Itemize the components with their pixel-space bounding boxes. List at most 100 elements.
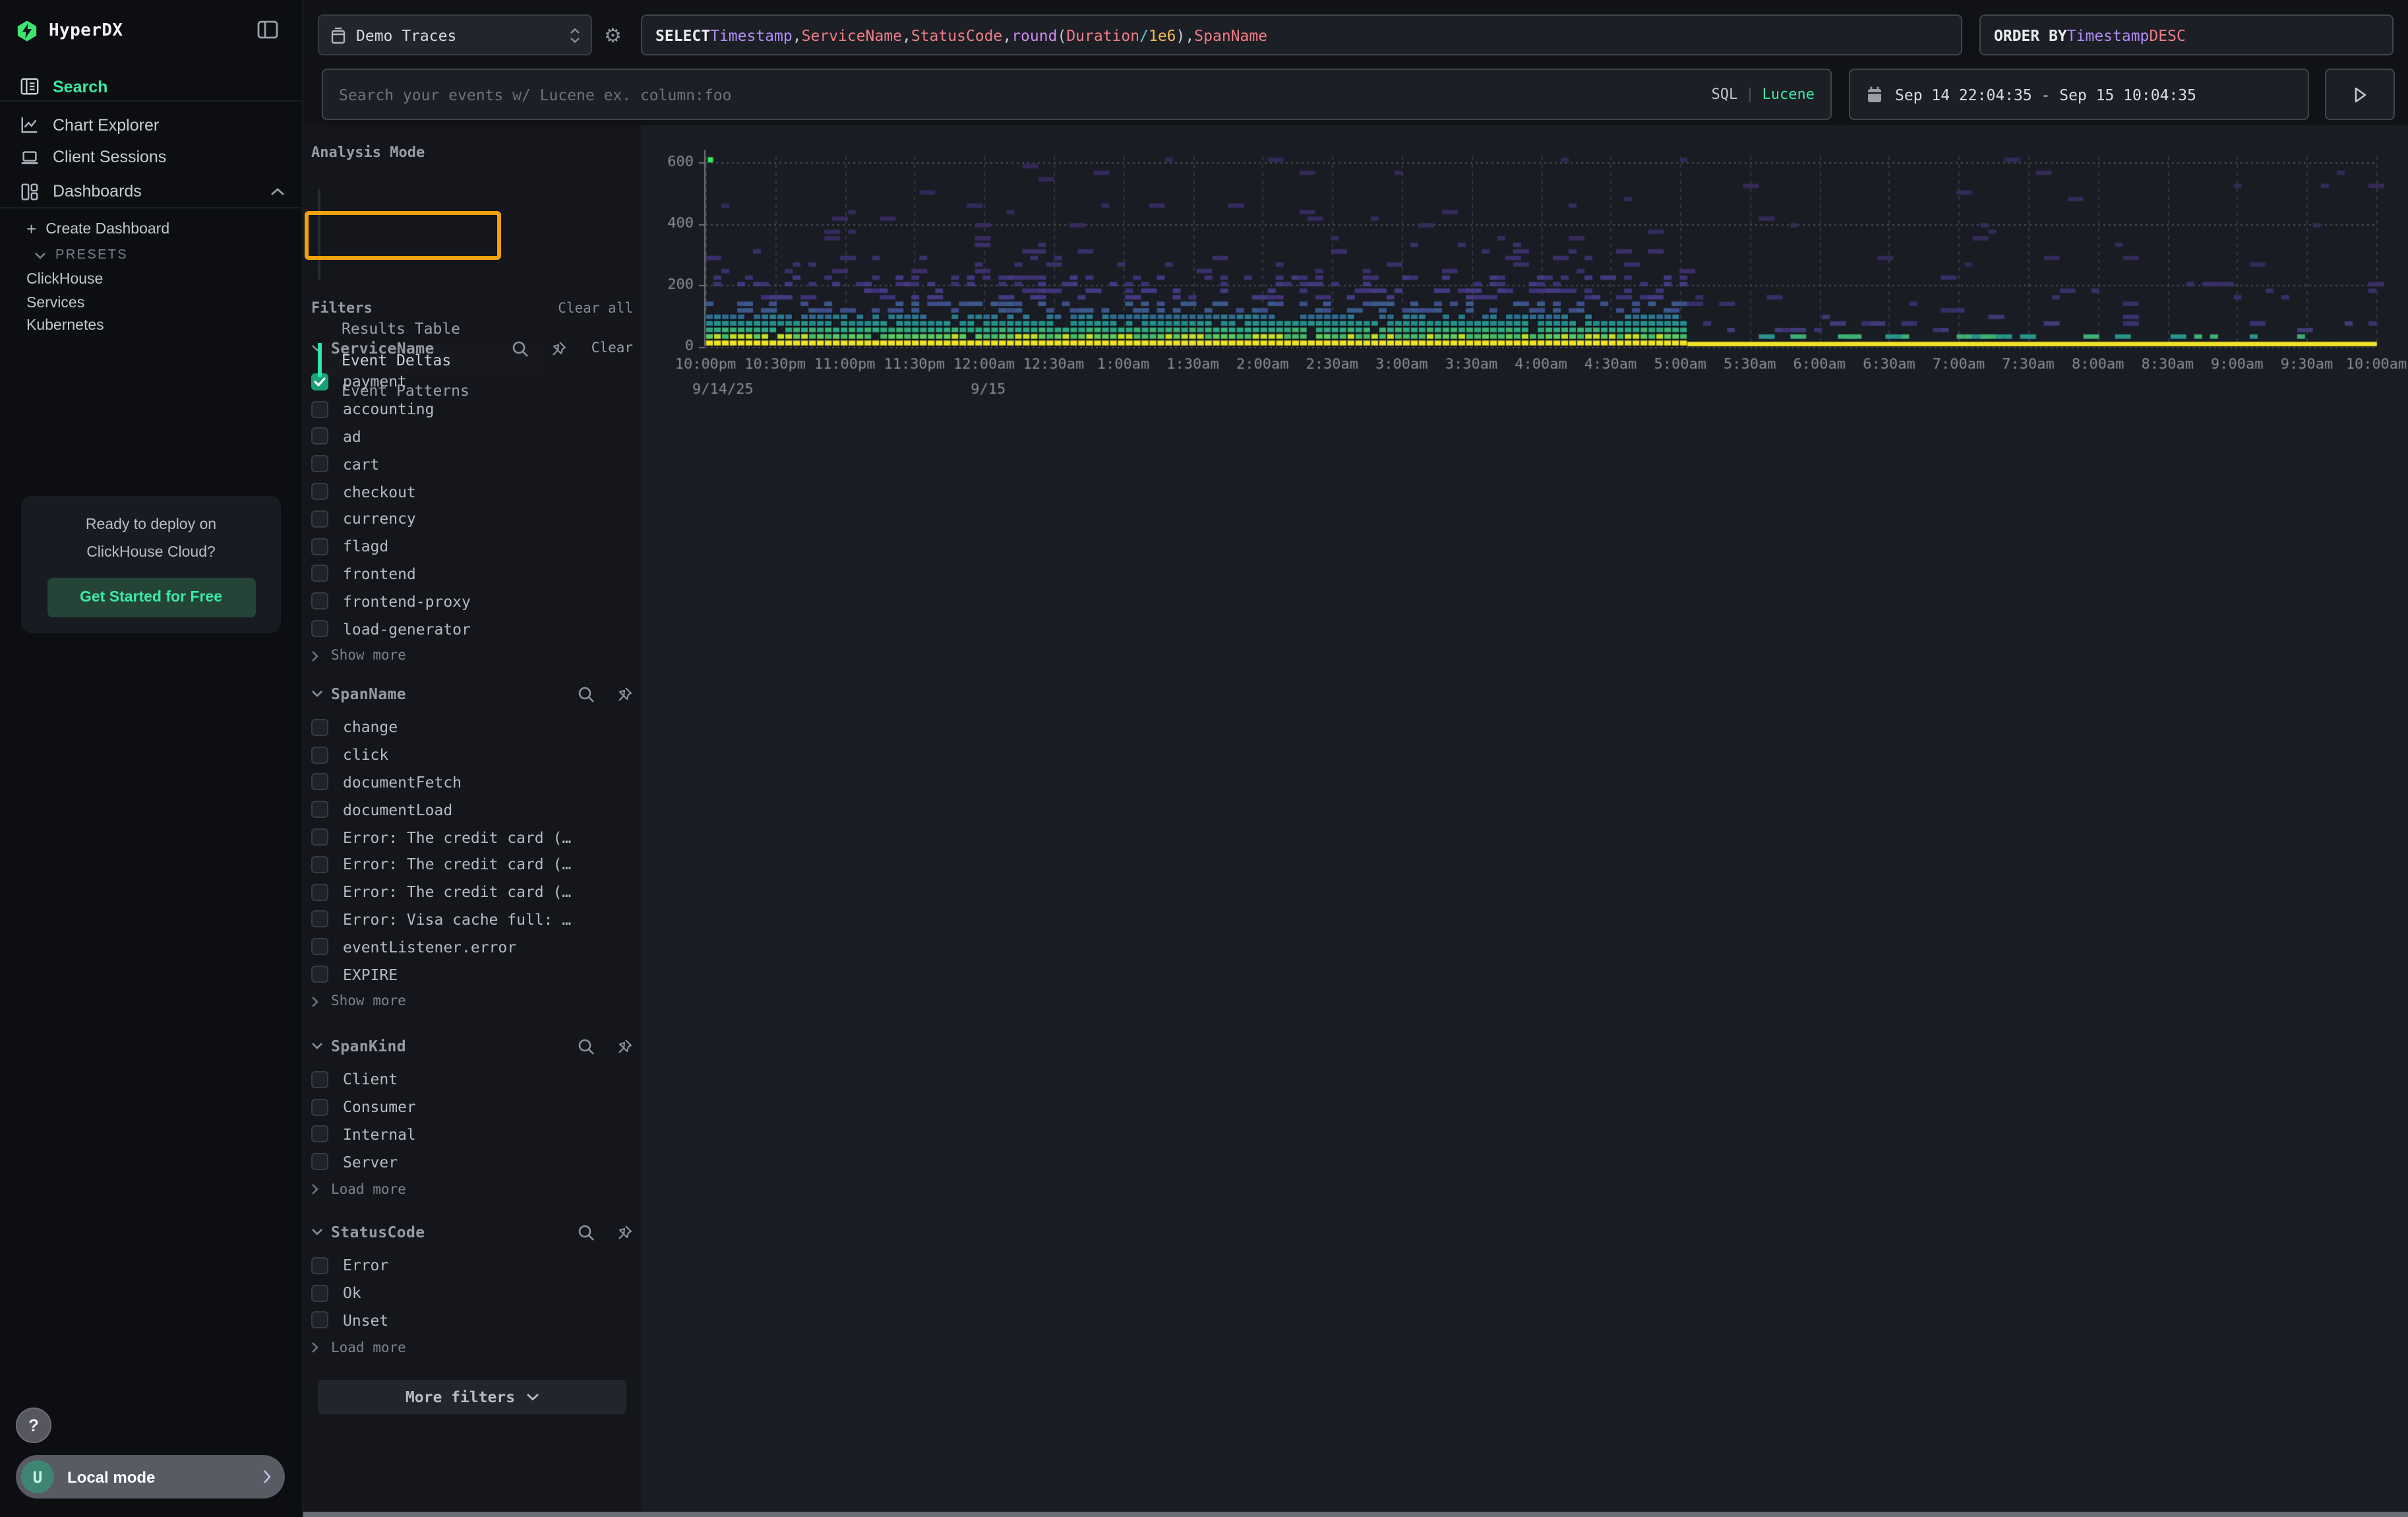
section-title[interactable]: ServiceName — [331, 339, 435, 357]
chevron-right-icon[interactable] — [311, 1342, 319, 1354]
search-icon[interactable] — [578, 1037, 595, 1055]
help-button[interactable]: ? — [16, 1408, 51, 1443]
pin-icon[interactable] — [616, 685, 633, 702]
section-clear-button[interactable]: Clear — [591, 340, 633, 356]
source-select[interactable]: Demo Traces — [318, 15, 592, 55]
create-dashboard-button[interactable]: + Create Dashboard — [0, 216, 303, 241]
lucene-toggle[interactable]: Lucene — [1762, 86, 1815, 103]
check-icon[interactable] — [314, 377, 326, 387]
chevron-right-icon[interactable] — [311, 1183, 319, 1195]
sidebar-item-search[interactable]: Search — [0, 69, 303, 104]
sql-toggle[interactable]: SQL — [1712, 86, 1738, 103]
filter-item-error-the-credit-card-[interactable]: Error: The credit card (… — [311, 823, 633, 851]
chevron-right-icon[interactable] — [311, 996, 319, 1008]
checkbox[interactable] — [311, 593, 328, 610]
user-menu[interactable]: U Local mode — [16, 1455, 285, 1499]
sql-select-input[interactable]: SELECT Timestamp, ServiceName, StatusCod… — [641, 15, 1962, 55]
horizontal-scrollbar[interactable] — [303, 1512, 2408, 1517]
load-more-link[interactable]: Load more — [311, 1175, 633, 1203]
filter-item-documentload[interactable]: documentLoad — [311, 796, 633, 824]
section-title[interactable]: SpanName — [331, 685, 406, 703]
filter-item-server[interactable]: Server — [311, 1148, 633, 1176]
checkbox[interactable] — [311, 939, 328, 956]
checkbox[interactable] — [311, 511, 328, 528]
checkbox[interactable] — [311, 746, 328, 763]
chevron-down-icon[interactable] — [311, 1042, 323, 1050]
checkbox[interactable] — [311, 565, 328, 582]
sidebar-item-services[interactable]: Services — [0, 290, 303, 315]
filter-item-currency[interactable]: currency — [311, 505, 633, 533]
checkbox[interactable] — [311, 1126, 328, 1143]
checkbox[interactable] — [311, 620, 328, 637]
presets-toggle[interactable]: PRESETS — [0, 243, 303, 268]
filter-item-change[interactable]: change — [311, 714, 633, 741]
checkbox[interactable] — [311, 883, 328, 900]
pin-icon[interactable] — [616, 1223, 633, 1241]
filter-item-ad[interactable]: ad — [311, 423, 633, 450]
filter-item-client[interactable]: Client — [311, 1066, 633, 1094]
section-title[interactable]: SpanKind — [331, 1037, 406, 1055]
filter-item-frontend[interactable]: frontend — [311, 560, 633, 588]
filter-item-error-the-credit-card-[interactable]: Error: The credit card (… — [311, 851, 633, 879]
pin-icon[interactable] — [616, 1037, 633, 1055]
filter-item-checkout[interactable]: checkout — [311, 478, 633, 505]
checkbox[interactable] — [311, 966, 328, 983]
load-more-link[interactable]: Load more — [311, 1334, 633, 1362]
filter-item-expire[interactable]: EXPIRE — [311, 960, 633, 988]
checkbox[interactable] — [311, 1257, 328, 1274]
checkbox[interactable] — [311, 1098, 328, 1115]
filter-item-unset[interactable]: Unset — [311, 1307, 633, 1334]
sidebar-collapse-icon[interactable] — [257, 20, 278, 40]
search-icon[interactable] — [578, 685, 595, 702]
checkbox[interactable] — [311, 828, 328, 846]
filter-item-flagd[interactable]: flagd — [311, 533, 633, 561]
duration-heatmap-chart[interactable] — [641, 125, 2408, 561]
filter-item-documentfetch[interactable]: documentFetch — [311, 768, 633, 796]
chevron-down-icon[interactable] — [311, 690, 323, 698]
filter-item-payment[interactable]: payment — [311, 368, 633, 396]
show-more-link[interactable]: Show more — [311, 988, 633, 1016]
checkbox[interactable] — [311, 538, 328, 555]
run-query-button[interactable] — [2325, 69, 2395, 120]
checkbox[interactable] — [311, 400, 328, 418]
filter-item-load-generator[interactable]: load-generator — [311, 615, 633, 642]
sidebar-item-client-sessions[interactable]: Client Sessions — [0, 139, 303, 175]
sidebar-item-chart-explorer[interactable]: Chart Explorer — [0, 107, 303, 142]
checkbox[interactable] — [311, 1312, 328, 1329]
checkbox[interactable] — [311, 911, 328, 928]
sidebar-item-dashboards[interactable]: Dashboards — [0, 173, 303, 209]
more-filters-button[interactable]: More filters — [318, 1380, 626, 1414]
chevron-down-icon[interactable] — [311, 1228, 323, 1236]
gear-icon[interactable]: ⚙ — [604, 24, 622, 47]
chevron-right-icon[interactable] — [311, 650, 319, 662]
filter-item-cart[interactable]: cart — [311, 450, 633, 478]
pin-icon[interactable] — [551, 340, 568, 357]
checkbox[interactable] — [311, 1154, 328, 1171]
filter-item-accounting[interactable]: accounting — [311, 396, 633, 423]
date-range-picker[interactable]: Sep 14 22:04:35 - Sep 15 10:04:35 — [1849, 69, 2309, 120]
filter-item-error-the-credit-card-[interactable]: Error: The credit card (… — [311, 879, 633, 906]
search-icon[interactable] — [578, 1223, 595, 1241]
sidebar-item-kubernetes[interactable]: Kubernetes — [0, 313, 303, 338]
clear-all-filters-button[interactable]: Clear all — [558, 301, 633, 317]
checkbox[interactable] — [311, 719, 328, 736]
checkbox[interactable] — [311, 428, 328, 445]
filter-item-click[interactable]: click — [311, 741, 633, 769]
show-more-link[interactable]: Show more — [311, 642, 633, 670]
get-started-button[interactable]: Get Started for Free — [47, 578, 255, 617]
checkbox[interactable] — [311, 1071, 328, 1088]
sidebar-item-clickhouse[interactable]: ClickHouse — [0, 266, 303, 292]
filter-item-error[interactable]: Error — [311, 1252, 633, 1280]
search-icon[interactable] — [512, 340, 529, 357]
filter-item-error-visa-cache-full-[interactable]: Error: Visa cache full: … — [311, 906, 633, 933]
search-input[interactable]: Search your events w/ Lucene ex. column:… — [322, 69, 1832, 120]
filter-item-internal[interactable]: Internal — [311, 1121, 633, 1148]
filter-item-ok[interactable]: Ok — [311, 1280, 633, 1307]
filter-item-frontend-proxy[interactable]: frontend-proxy — [311, 588, 633, 615]
checkbox[interactable] — [311, 483, 328, 500]
checkbox[interactable] — [311, 801, 328, 819]
section-title[interactable]: StatusCode — [331, 1223, 425, 1241]
checkbox[interactable] — [311, 856, 328, 873]
checkbox[interactable] — [311, 1284, 328, 1301]
filter-item-eventlistener-error[interactable]: eventListener.error — [311, 933, 633, 961]
